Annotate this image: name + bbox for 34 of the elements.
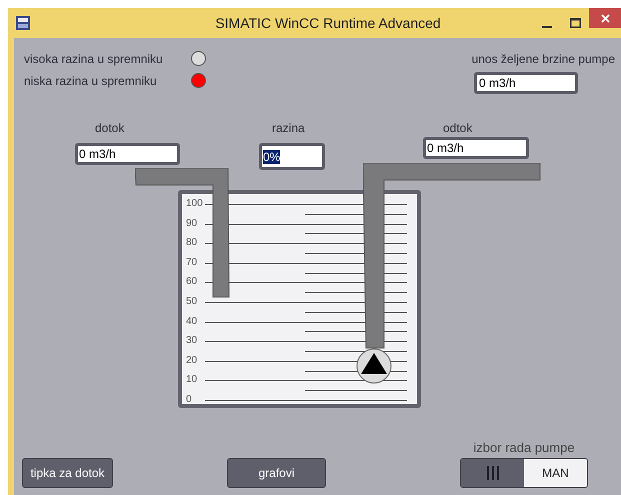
scale-label: 0 [186, 394, 192, 406]
scale-label: 100 [186, 198, 203, 210]
scale-label: 80 [186, 237, 198, 250]
app-icon [16, 16, 30, 30]
pump-icon [356, 348, 392, 384]
scale-label: 70 [186, 256, 198, 269]
bars-icon [486, 466, 498, 480]
close-button[interactable] [589, 8, 621, 28]
field-label: odtok [443, 120, 472, 136]
value-field[interactable]: 0% [259, 143, 325, 170]
scale-label: 30 [186, 335, 198, 348]
scale-label: 20 [186, 354, 198, 367]
screen-button[interactable]: grafovi [227, 458, 326, 488]
value-field[interactable]: 0 m3/h [75, 143, 180, 165]
minimize-icon [542, 26, 552, 28]
value-field[interactable]: 0 m3/h [423, 137, 529, 159]
indicator-label: visoka razina u spremniku [24, 51, 163, 67]
scale-label: 10 [186, 374, 198, 386]
pump-speed-label: unos željene brzine pumpe [472, 51, 615, 67]
pump-speed-field[interactable]: 0 m3/h [474, 72, 578, 94]
maximize-icon [570, 18, 580, 28]
scale-label: 40 [186, 316, 198, 328]
scale-label: 60 [186, 276, 198, 288]
field-label: dotok [95, 120, 124, 136]
close-icon [600, 14, 610, 22]
pump-mode-label: izbor rada pumpe [472, 440, 576, 456]
screen-button[interactable]: tipka za dotok [22, 458, 113, 488]
scale-label: 90 [186, 218, 198, 230]
scale-label: 50 [186, 296, 198, 308]
indicator-label: niska razina u spremniku [24, 73, 157, 89]
mode-option[interactable]: MAN [524, 459, 587, 487]
field-label: razina [272, 120, 305, 136]
window-title: SIMATIC WinCC Runtime Advanced [214, 14, 442, 32]
mode-option[interactable] [461, 459, 524, 487]
